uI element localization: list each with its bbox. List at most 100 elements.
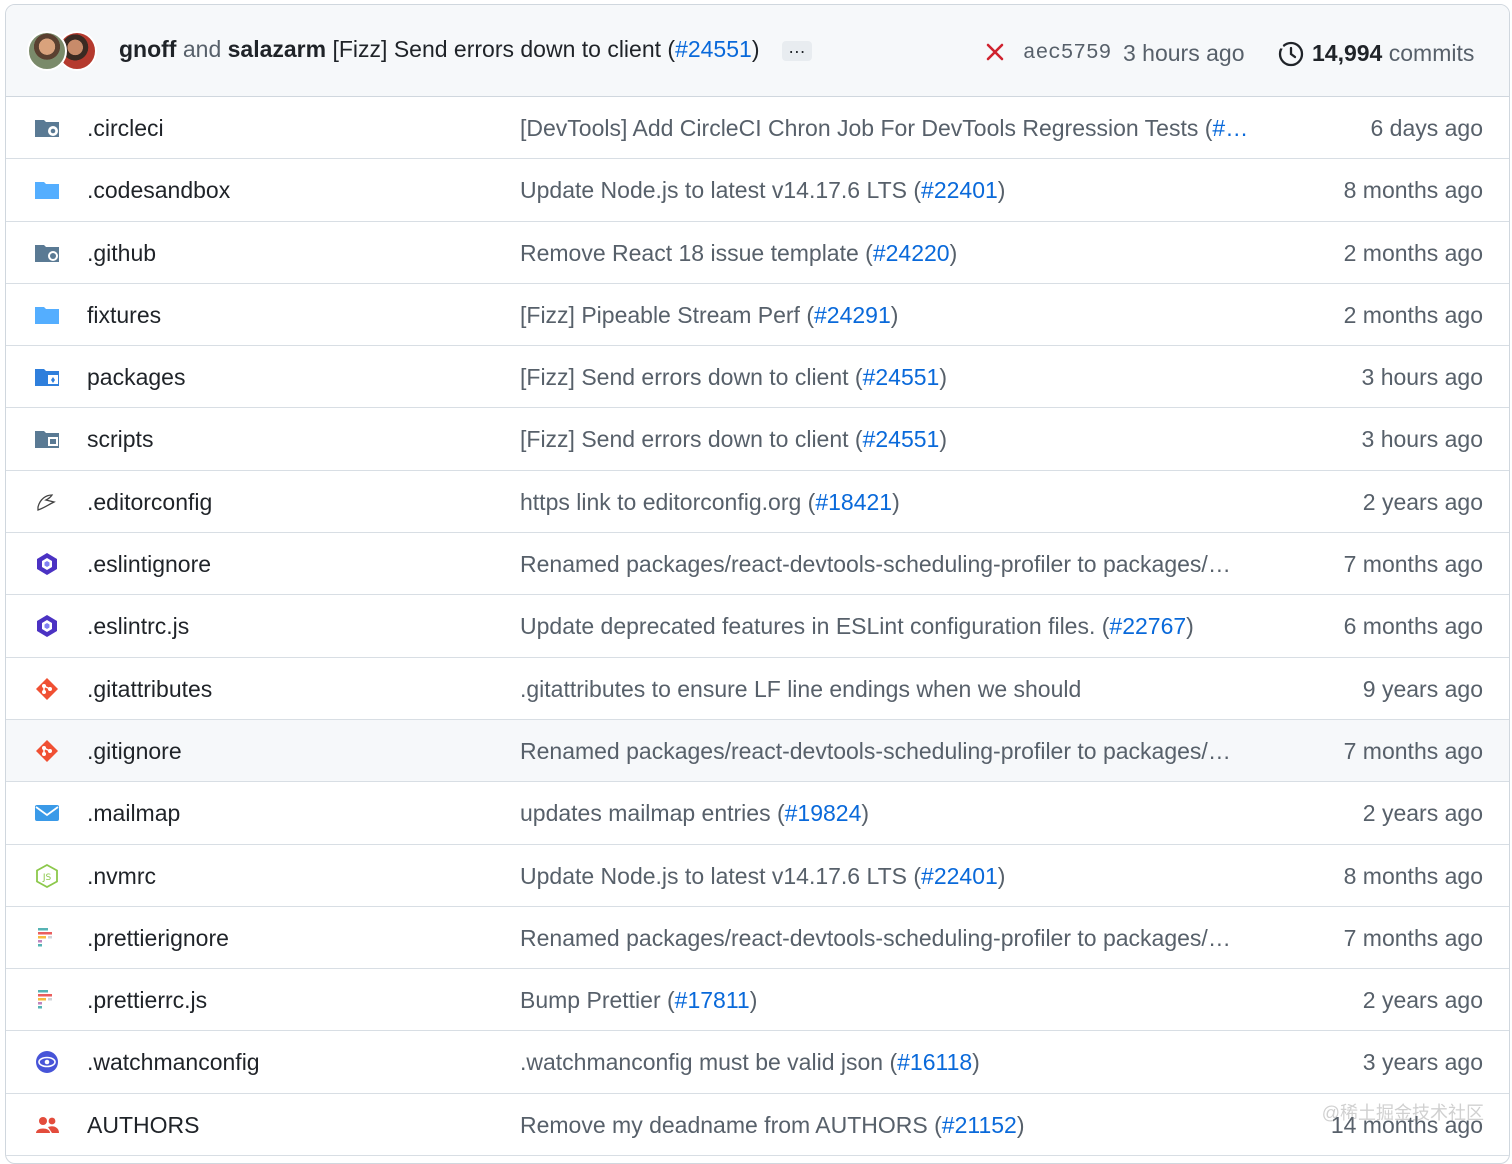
pr-link[interactable]: #… bbox=[1212, 115, 1248, 141]
folder-packages-icon bbox=[34, 365, 60, 389]
nodejs-icon: JS bbox=[34, 864, 60, 888]
table-row[interactable]: .eslintignore Renamed packages/react-devt… bbox=[6, 533, 1509, 595]
commit-message-link[interactable]: Remove my deadname from AUTHORS (#21152) bbox=[520, 1112, 1025, 1139]
commit-summary: gnoff and salazarm [Fizz] Send errors do… bbox=[119, 36, 812, 63]
commit-message-link[interactable]: .watchmanconfig must be valid json (#161… bbox=[520, 1049, 980, 1076]
table-row[interactable]: fixtures [Fizz] Pipeable Stream Perf (#24… bbox=[6, 284, 1509, 346]
history-icon[interactable] bbox=[1277, 40, 1305, 68]
prettier-icon bbox=[34, 988, 60, 1012]
pr-link[interactable]: #21152 bbox=[942, 1112, 1017, 1138]
file-name-link[interactable]: AUTHORS bbox=[87, 1112, 199, 1139]
watchman-icon bbox=[34, 1050, 60, 1074]
file-name-link[interactable]: .codesandbox bbox=[87, 177, 230, 204]
pr-link[interactable]: #22401 bbox=[921, 863, 998, 889]
pr-link[interactable]: #18421 bbox=[815, 489, 892, 515]
table-row[interactable]: packages [Fizz] Send errors down to clien… bbox=[6, 346, 1509, 408]
eslint-icon bbox=[34, 552, 60, 576]
file-name-link[interactable]: .editorconfig bbox=[87, 489, 212, 516]
commit-age: 2 years ago bbox=[1363, 489, 1483, 516]
commit-message-link[interactable]: Update Node.js to latest v14.17.6 LTS (#… bbox=[520, 177, 1005, 204]
commit-age: 3 hours ago bbox=[1362, 364, 1483, 391]
commit-age: 3 hours ago bbox=[1362, 426, 1483, 453]
file-list: .circleci [DevTools] Add CircleCI Chron J… bbox=[6, 97, 1509, 1156]
file-name-link[interactable]: .eslintignore bbox=[87, 551, 211, 578]
commit-message-link[interactable]: Renamed packages/react-devtools-scheduli… bbox=[520, 925, 1231, 952]
file-name-link[interactable]: packages bbox=[87, 364, 185, 391]
table-row[interactable]: .eslintrc.js Update deprecated features i… bbox=[6, 595, 1509, 657]
file-name-link[interactable]: .nvmrc bbox=[87, 863, 156, 890]
table-row[interactable]: .prettierrc.jsBump Prettier (#17811)2 ye… bbox=[6, 969, 1509, 1031]
pr-link[interactable]: #19824 bbox=[785, 800, 862, 826]
table-row[interactable]: JS .nvmrc Update Node.js to latest v14.17.… bbox=[6, 845, 1509, 907]
pr-link[interactable]: #24220 bbox=[873, 240, 950, 266]
commit-sha-link[interactable]: aec5759 bbox=[1023, 42, 1111, 65]
commit-message-link[interactable]: .gitattributes to ensure LF line endings… bbox=[520, 676, 1081, 703]
commit-count-link[interactable]: 14,994 commits bbox=[1312, 40, 1474, 67]
commit-message-link[interactable]: https link to editorconfig.org (#18421) bbox=[520, 489, 900, 516]
commit-message-link[interactable]: [DevTools] Add CircleCI Chron Job For De… bbox=[520, 115, 1248, 142]
commit-age: 3 years ago bbox=[1363, 1049, 1483, 1076]
file-name-link[interactable]: .prettierignore bbox=[87, 925, 229, 952]
pr-link[interactable]: #22401 bbox=[921, 177, 998, 203]
latest-commit-bar: gnoff and salazarm [Fizz] Send errors do… bbox=[6, 5, 1509, 97]
pr-link[interactable]: #22767 bbox=[1109, 613, 1186, 639]
pr-link[interactable]: #24551 bbox=[863, 426, 940, 452]
file-name-link[interactable]: .watchmanconfig bbox=[87, 1049, 260, 1076]
commit-age: 7 months ago bbox=[1344, 925, 1483, 952]
commit-message-link[interactable]: Update Node.js to latest v14.17.6 LTS (#… bbox=[520, 863, 1005, 890]
file-name-link[interactable]: .github bbox=[87, 240, 156, 267]
table-row[interactable]: .watchmanconfig .watchmanconfig must be v… bbox=[6, 1031, 1509, 1093]
table-row[interactable]: .github Remove React 18 issue template (#… bbox=[6, 222, 1509, 284]
folder-icon bbox=[34, 303, 60, 327]
commit-age: 8 months ago bbox=[1344, 177, 1483, 204]
file-name-link[interactable]: fixtures bbox=[87, 302, 161, 329]
table-row[interactable]: AUTHORS Remove my deadname from AUTHORS (… bbox=[6, 1094, 1509, 1156]
commit-authors-avatars[interactable] bbox=[27, 31, 97, 73]
commit-age: 6 days ago bbox=[1370, 115, 1483, 142]
file-name-link[interactable]: .eslintrc.js bbox=[87, 613, 189, 640]
table-row[interactable]: .gitignore Renamed packages/react-devtool… bbox=[6, 720, 1509, 782]
commit-message-link[interactable]: Bump Prettier (#17811) bbox=[520, 987, 757, 1014]
file-name-link[interactable]: .circleci bbox=[87, 115, 164, 142]
commit-age: 2 months ago bbox=[1344, 302, 1483, 329]
commit-message-link[interactable]: [Fizz] Send errors down to client (#2455… bbox=[332, 36, 759, 62]
commit-message-link[interactable]: Renamed packages/react-devtools-scheduli… bbox=[520, 738, 1231, 765]
table-row[interactable]: .prettierignore Renamed packages/react-de… bbox=[6, 907, 1509, 969]
status-failed-icon[interactable] bbox=[984, 41, 1006, 63]
commit-message-link[interactable]: updates mailmap entries (#19824) bbox=[520, 800, 869, 827]
file-name-link[interactable]: .prettierrc.js bbox=[87, 987, 207, 1014]
expand-commit-button[interactable]: … bbox=[782, 41, 812, 61]
folder-github-icon bbox=[34, 241, 60, 265]
commit-message-link[interactable]: Remove React 18 issue template (#24220) bbox=[520, 240, 957, 267]
mail-icon bbox=[34, 801, 60, 825]
folder-icon bbox=[34, 178, 60, 202]
file-name-link[interactable]: scripts bbox=[87, 426, 153, 453]
table-row[interactable]: scripts [Fizz] Send errors down to client… bbox=[6, 408, 1509, 470]
author-link[interactable]: salazarm bbox=[228, 36, 326, 62]
commit-time: 3 hours ago bbox=[1123, 40, 1244, 67]
table-row[interactable]: .mailmap updates mailmap entries (#19824)… bbox=[6, 782, 1509, 844]
file-name-link[interactable]: .gitattributes bbox=[87, 676, 212, 703]
table-row[interactable]: .circleci [DevTools] Add CircleCI Chron J… bbox=[6, 97, 1509, 159]
commit-message-link[interactable]: [Fizz] Send errors down to client (#2455… bbox=[520, 426, 947, 453]
file-name-link[interactable]: .mailmap bbox=[87, 800, 180, 827]
commit-age: 8 months ago bbox=[1344, 863, 1483, 890]
file-name-link[interactable]: .gitignore bbox=[87, 738, 182, 765]
pr-link[interactable]: #16118 bbox=[897, 1049, 972, 1075]
pr-link[interactable]: #17811 bbox=[675, 987, 750, 1013]
commit-message-link[interactable]: [Fizz] Pipeable Stream Perf (#24291) bbox=[520, 302, 898, 329]
folder-scripts-icon bbox=[34, 427, 60, 451]
commit-age: 2 years ago bbox=[1363, 800, 1483, 827]
table-row[interactable]: .editorconfig https link to editorconfig.… bbox=[6, 471, 1509, 533]
commit-message-link[interactable]: [Fizz] Send errors down to client (#2455… bbox=[520, 364, 947, 391]
commit-message-link[interactable]: Update deprecated features in ESLint con… bbox=[520, 613, 1194, 640]
pr-link[interactable]: #24551 bbox=[675, 36, 752, 62]
pr-link[interactable]: #24291 bbox=[814, 302, 891, 328]
author-link[interactable]: gnoff bbox=[119, 36, 176, 62]
table-row[interactable]: .gitattributes .gitattributes to ensure L… bbox=[6, 658, 1509, 720]
pr-link[interactable]: #24551 bbox=[863, 364, 940, 390]
table-row[interactable]: .codesandbox Update Node.js to latest v14… bbox=[6, 159, 1509, 221]
commit-message-link[interactable]: Renamed packages/react-devtools-scheduli… bbox=[520, 551, 1231, 578]
author-conjunction: and bbox=[183, 36, 221, 62]
avatar[interactable] bbox=[27, 31, 67, 71]
